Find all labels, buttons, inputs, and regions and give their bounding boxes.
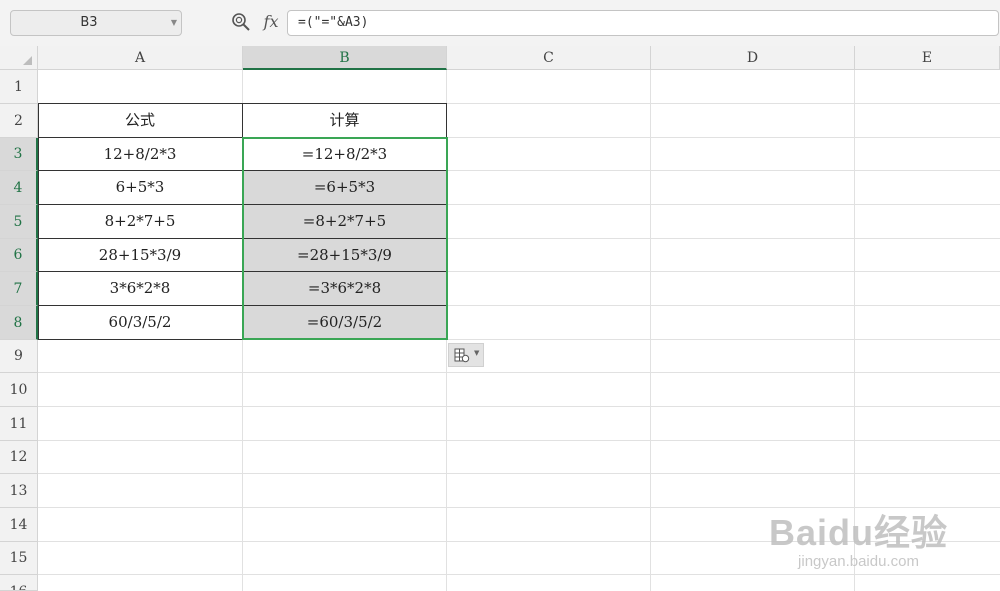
table-cell[interactable]: =12+8/2*3 bbox=[243, 138, 447, 171]
name-box[interactable]: B3 ▼ bbox=[10, 10, 182, 36]
row-header-5[interactable]: 5 bbox=[0, 205, 38, 239]
row-header-6[interactable]: 6 bbox=[0, 239, 38, 272]
row-header-9[interactable]: 9 bbox=[0, 340, 38, 373]
table-cell[interactable]: =3*6*2*8 bbox=[243, 272, 447, 306]
table-cell[interactable]: =8+2*7+5 bbox=[243, 205, 447, 239]
table-cell[interactable]: 60/3/5/2 bbox=[38, 306, 243, 340]
paste-options-icon bbox=[454, 348, 470, 363]
column-header-e[interactable]: E bbox=[855, 46, 1000, 70]
row-header-14[interactable]: 14 bbox=[0, 508, 38, 542]
watermark-url: jingyan.baidu.com bbox=[798, 553, 919, 570]
formula-bar: B3 ▼ fx =("="&A3) bbox=[0, 0, 1000, 47]
column-header-b[interactable]: B bbox=[243, 46, 447, 70]
select-all-corner[interactable] bbox=[0, 46, 38, 70]
formula-input[interactable]: =("="&A3) bbox=[287, 10, 999, 36]
row-header-3[interactable]: 3 bbox=[0, 138, 38, 171]
table-header-cell[interactable]: 计算 bbox=[243, 104, 447, 138]
row-header-15[interactable]: 15 bbox=[0, 542, 38, 575]
column-header-c[interactable]: C bbox=[447, 46, 651, 70]
paste-options-button[interactable]: ▼ bbox=[448, 343, 484, 367]
row-header-10[interactable]: 10 bbox=[0, 373, 38, 407]
row-header-7[interactable]: 7 bbox=[0, 272, 38, 306]
table-cell[interactable]: 12+8/2*3 bbox=[38, 138, 243, 171]
name-box-value: B3 bbox=[80, 15, 98, 30]
table-header-cell[interactable]: 公式 bbox=[38, 104, 243, 138]
row-header-11[interactable]: 11 bbox=[0, 407, 38, 441]
row-header-8[interactable]: 8 bbox=[0, 306, 38, 340]
table-cell[interactable]: 28+15*3/9 bbox=[38, 239, 243, 272]
table-cell[interactable]: =28+15*3/9 bbox=[243, 239, 447, 272]
zoom-icon[interactable] bbox=[231, 12, 251, 32]
row-header-16[interactable]: 16 bbox=[0, 575, 38, 591]
chevron-down-icon[interactable]: ▼ bbox=[171, 11, 177, 35]
table-cell[interactable]: 8+2*7+5 bbox=[38, 205, 243, 239]
table-cell[interactable]: =6+5*3 bbox=[243, 171, 447, 205]
table-cell[interactable]: 6+5*3 bbox=[38, 171, 243, 205]
column-header-d[interactable]: D bbox=[651, 46, 855, 70]
column-header-a[interactable]: A bbox=[38, 46, 243, 70]
fx-icon[interactable]: fx bbox=[260, 9, 282, 35]
chevron-down-icon: ▼ bbox=[474, 349, 480, 357]
row-header-4[interactable]: 4 bbox=[0, 171, 38, 205]
table-cell[interactable]: 3*6*2*8 bbox=[38, 272, 243, 306]
table-cell[interactable]: =60/3/5/2 bbox=[243, 306, 447, 340]
row-header-1[interactable]: 1 bbox=[0, 70, 38, 104]
row-header-13[interactable]: 13 bbox=[0, 474, 38, 508]
watermark-logo: Baidu经验 bbox=[768, 512, 948, 553]
baidu-watermark: Baidu经验 jingyan.baidu.com bbox=[769, 513, 948, 571]
row-header-12[interactable]: 12 bbox=[0, 441, 38, 474]
row-header-2[interactable]: 2 bbox=[0, 104, 38, 138]
